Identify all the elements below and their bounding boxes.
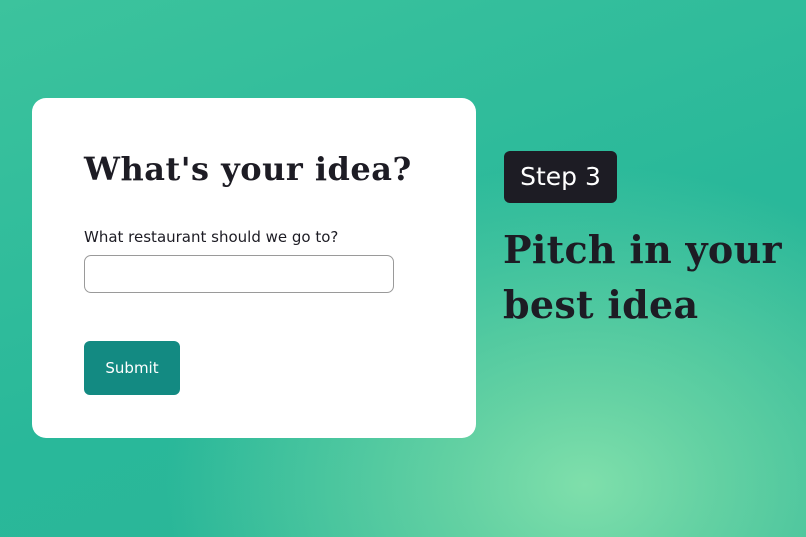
submit-button[interactable]: Submit	[84, 341, 180, 395]
step-badge: Step 3	[504, 151, 617, 203]
form-title: What's your idea?	[84, 150, 412, 188]
idea-form-card: What's your idea? What restaurant should…	[32, 98, 476, 438]
step-tagline: Pitch in your best idea	[503, 227, 782, 327]
restaurant-field-label: What restaurant should we go to?	[84, 228, 339, 246]
restaurant-input[interactable]	[84, 255, 394, 293]
